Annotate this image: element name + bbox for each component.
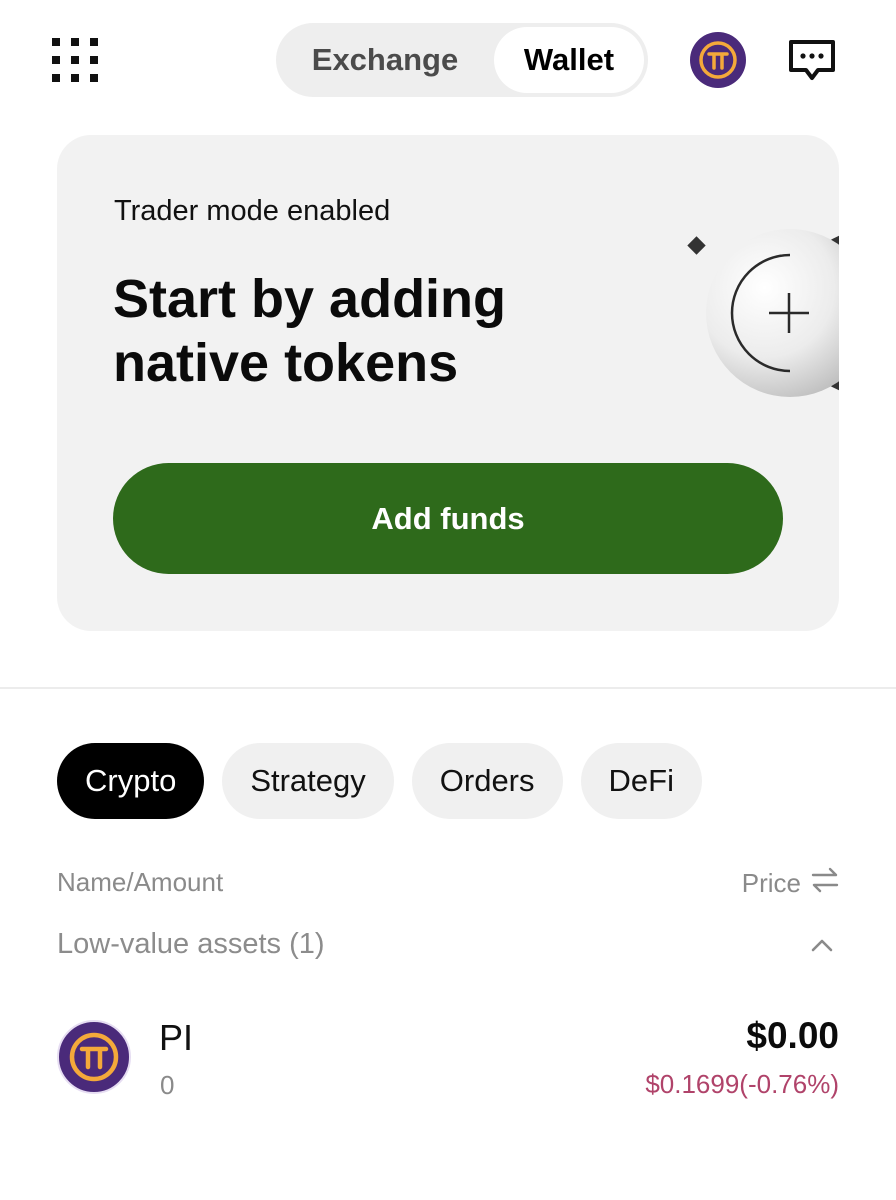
exchange-wallet-switch: Exchange Wallet — [276, 23, 648, 97]
asset-amount: 0 — [160, 1070, 175, 1100]
swap-arrows-icon — [811, 867, 839, 900]
low-value-assets-label: Low-value assets (1) — [57, 928, 325, 960]
top-bar: Exchange Wallet — [0, 0, 896, 120]
promo-title-line1: Start by adding — [113, 269, 507, 329]
wallet-tab[interactable]: Wallet — [494, 27, 644, 93]
add-funds-button[interactable]: Add funds — [113, 463, 783, 574]
plus-circle-illustration — [617, 225, 839, 405]
name-amount-header: Name/Amount — [57, 867, 224, 897]
tab-orders[interactable]: Orders — [411, 743, 563, 819]
wallet-screen: Exchange Wallet Trader mode enabled Star… — [0, 0, 896, 1200]
asset-tabs: Crypto Strategy Orders DeFi — [57, 743, 702, 819]
asset-price-change: $0.1699(-0.76%) — [645, 1069, 839, 1099]
trader-mode-label: Trader mode enabled — [114, 195, 391, 227]
asset-value: $0.00 — [746, 1015, 839, 1056]
tab-crypto[interactable]: Crypto — [57, 743, 205, 819]
exchange-tab[interactable]: Exchange — [282, 27, 488, 93]
tab-strategy[interactable]: Strategy — [222, 743, 394, 819]
message-icon[interactable] — [788, 39, 836, 83]
list-item[interactable]: PI 0 $0.00 $0.1699(-0.76%) — [57, 1015, 839, 1111]
section-divider — [0, 687, 896, 689]
pi-avatar-icon[interactable] — [690, 32, 746, 88]
tab-defi[interactable]: DeFi — [580, 743, 702, 819]
promo-title-line2: native tokens — [113, 333, 459, 393]
promo-card: Trader mode enabled Start by adding nati… — [57, 135, 839, 631]
low-value-assets-toggle[interactable]: Low-value assets (1) — [57, 926, 839, 970]
pi-network-logo-icon — [57, 1020, 131, 1094]
price-header: Price — [741, 867, 801, 898]
asset-symbol: PI — [159, 1017, 194, 1058]
grid-apps-icon[interactable] — [52, 38, 98, 82]
price-sort-toggle[interactable]: Price — [742, 865, 839, 901]
chevron-up-icon — [809, 934, 835, 956]
promo-title: Start by adding native tokens — [113, 267, 583, 395]
